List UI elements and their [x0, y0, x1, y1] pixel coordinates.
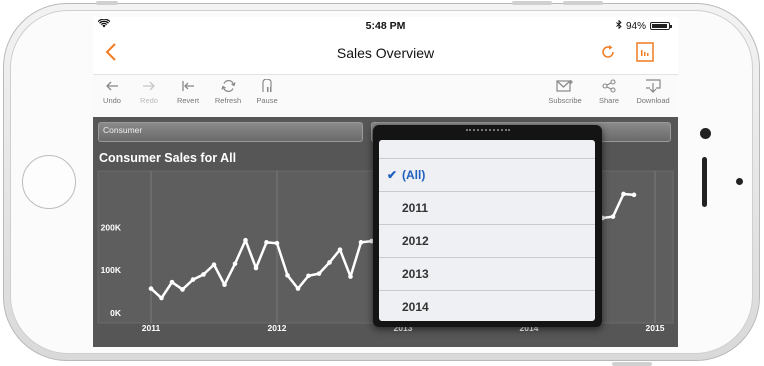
- data-point: [348, 274, 353, 279]
- year-option-label: 2014: [402, 300, 429, 314]
- checkmark-icon: ✔: [387, 168, 398, 182]
- share-icon: [602, 79, 616, 93]
- y-tick-label: 200K: [101, 222, 122, 232]
- volume-down-button: [563, 1, 603, 5]
- download-button[interactable]: Download: [631, 79, 675, 105]
- y-tick-label: 100K: [101, 265, 122, 275]
- year-option-label: 2011: [402, 201, 429, 215]
- data-point: [253, 265, 259, 271]
- toolbar: Undo Redo Revert Refresh Pause Subscribe…: [93, 75, 678, 117]
- x-tick-label: 2012: [268, 323, 287, 333]
- battery-icon: [650, 22, 672, 30]
- year-option-label: 2013: [402, 267, 429, 281]
- mute-switch: [96, 1, 118, 5]
- data-point: [169, 279, 175, 285]
- redo-button[interactable]: Redo: [127, 79, 171, 105]
- status-bar: 5:48 PM 94%: [93, 17, 678, 34]
- refresh-button[interactable]: Refresh: [206, 79, 250, 105]
- earpiece-speaker: [702, 157, 707, 207]
- share-button[interactable]: Share: [587, 79, 631, 105]
- revert-label: Revert: [176, 96, 200, 105]
- data-point: [285, 273, 290, 278]
- data-point: [621, 191, 626, 197]
- redo-label: Redo: [140, 96, 158, 105]
- data-point: [316, 271, 322, 276]
- battery-percentage: 94%: [625, 20, 646, 32]
- data-point: [358, 240, 364, 245]
- year-filter-popover: ✔ (All) 2011 2012 2013 2014: [373, 125, 602, 327]
- year-options-list: ✔ (All) 2011 2012 2013 2014: [379, 140, 595, 321]
- x-tick-label: 2011: [142, 323, 161, 333]
- year-option-item[interactable]: 2014: [379, 290, 595, 321]
- revert-button[interactable]: Revert: [166, 79, 210, 105]
- subscribe-label: Subscribe: [548, 96, 582, 105]
- refresh-icon[interactable]: [600, 44, 616, 65]
- data-point: [180, 287, 185, 292]
- data-point: [201, 272, 206, 277]
- data-point: [243, 237, 248, 243]
- subscribe-button[interactable]: Subscribe: [543, 79, 587, 105]
- data-point: [159, 295, 164, 301]
- download-icon: [646, 79, 661, 93]
- y-tick-label: 0K: [110, 308, 122, 318]
- data-point: [232, 261, 238, 267]
- home-button[interactable]: [22, 155, 76, 209]
- year-option-item[interactable]: 2012: [379, 224, 595, 256]
- refresh-label: Refresh: [214, 96, 242, 105]
- refresh-circle-icon: [220, 79, 236, 93]
- power-button: [612, 362, 652, 366]
- chart-title: Consumer Sales for All: [99, 151, 237, 165]
- status-time: 5:48 PM: [365, 20, 406, 32]
- data-point: [631, 192, 637, 198]
- undo-arrow-icon: [106, 81, 118, 91]
- data-point: [337, 247, 343, 252]
- data-point: [190, 277, 196, 282]
- year-option-item[interactable]: 2011: [379, 191, 595, 223]
- navigation-bar: Sales Overview: [93, 34, 678, 75]
- front-camera: [700, 128, 711, 139]
- segment-filter-dropdown[interactable]: Consumer: [98, 122, 363, 142]
- year-option-label: 2012: [402, 234, 429, 248]
- download-label: Download: [636, 96, 670, 105]
- year-option-item[interactable]: 2013: [379, 257, 595, 289]
- volume-up-button: [512, 1, 552, 5]
- data-point: [610, 214, 616, 219]
- dashboard-pages-icon[interactable]: [636, 42, 654, 67]
- popover-grip[interactable]: [466, 129, 510, 133]
- bluetooth-icon: [616, 19, 622, 32]
- data-point: [148, 286, 154, 291]
- undo-label: Undo: [103, 96, 121, 105]
- pause-icon: [262, 79, 272, 92]
- page-title: Sales Overview: [336, 45, 435, 61]
- mail-plus-icon: [556, 80, 573, 92]
- proximity-sensor: [736, 178, 743, 185]
- data-point: [306, 273, 311, 279]
- segment-filter-value: Consumer: [103, 125, 143, 135]
- redo-arrow-icon: [143, 81, 155, 91]
- data-point: [295, 286, 301, 291]
- data-point: [211, 262, 217, 267]
- data-point: [264, 240, 269, 245]
- data-point: [327, 260, 332, 265]
- data-point: [274, 240, 280, 246]
- data-point: [222, 282, 227, 288]
- pause-label: Pause: [256, 96, 278, 105]
- x-tick-label: 2015: [646, 323, 665, 333]
- app-screen: 5:48 PM 94% Sales Overview Undo Redo Rev…: [93, 17, 678, 347]
- year-option-selected[interactable]: ✔ (All): [379, 158, 595, 190]
- pause-button[interactable]: Pause: [245, 79, 289, 105]
- year-option-label: (All): [402, 168, 426, 182]
- share-label: Share: [598, 96, 619, 105]
- revert-icon: [182, 81, 194, 91]
